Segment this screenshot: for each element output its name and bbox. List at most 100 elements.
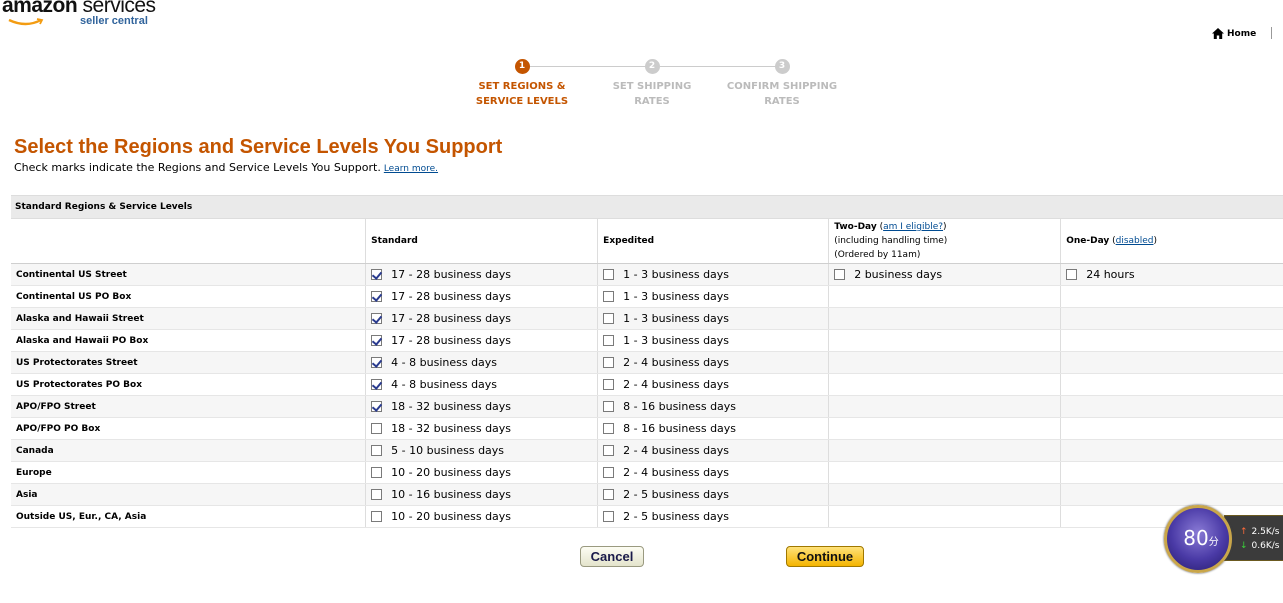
continue-button[interactable]: Continue — [786, 546, 864, 567]
standard-checkbox[interactable] — [371, 401, 383, 412]
expedited-cell: 8 - 16 business days — [597, 395, 829, 418]
one-day-disabled-link[interactable]: disabled — [1116, 236, 1154, 246]
two-day-checkbox[interactable] — [834, 269, 846, 280]
standard-option[interactable]: 10 - 20 business days — [366, 462, 597, 483]
expedited-option[interactable]: 2 - 4 business days — [598, 440, 828, 461]
standard-checkbox[interactable] — [371, 511, 383, 522]
expedited-option[interactable]: 1 - 3 business days — [598, 330, 828, 351]
one-day-cell — [1060, 461, 1283, 484]
expedited-option[interactable]: 8 - 16 business days — [598, 396, 828, 417]
standard-option[interactable]: 18 - 32 business days — [366, 418, 597, 439]
one-day-checkbox[interactable] — [1066, 269, 1078, 280]
standard-checkbox[interactable] — [371, 423, 383, 434]
table-section-header: Standard Regions & Service Levels — [11, 195, 1283, 219]
standard-checkbox[interactable] — [371, 313, 383, 324]
expedited-option[interactable]: 8 - 16 business days — [598, 418, 828, 439]
expedited-label: 1 - 3 business days — [623, 290, 730, 303]
standard-option[interactable]: 17 - 28 business days — [366, 330, 597, 351]
regions-service-levels-table: Standard Regions & Service Levels Standa… — [11, 195, 1283, 528]
expedited-option[interactable]: 2 - 4 business days — [598, 352, 828, 373]
standard-option[interactable]: 17 - 28 business days — [366, 308, 597, 329]
expedited-checkbox[interactable] — [603, 401, 615, 412]
one-day-cell — [1060, 285, 1283, 308]
table-row: Outside US, Eur., CA, Asia 10 - 20 busine… — [11, 505, 1283, 528]
amazon-services-logo[interactable]: amazon services ™ seller central — [0, 0, 160, 34]
standard-label: 10 - 20 business days — [391, 466, 512, 479]
two-day-cell — [828, 395, 1061, 418]
step-3: 3 CONFIRM SHIPPING RATES — [717, 58, 847, 109]
two-day-option[interactable]: 2 business days — [829, 264, 1060, 285]
one-day-option[interactable]: 24 hours — [1061, 264, 1283, 285]
standard-option[interactable]: 17 - 28 business days — [366, 286, 597, 307]
expedited-option[interactable]: 2 - 4 business days — [598, 462, 828, 483]
region-name: Continental US PO Box — [11, 285, 366, 308]
standard-cell: 17 - 28 business days — [365, 263, 598, 286]
one-day-cell — [1060, 307, 1283, 330]
expedited-checkbox[interactable] — [603, 269, 615, 280]
expedited-option[interactable]: 1 - 3 business days — [598, 264, 828, 285]
region-name: US Protectorates Street — [11, 351, 366, 374]
expedited-cell: 2 - 4 business days — [597, 351, 829, 374]
standard-cell: 5 - 10 business days — [365, 439, 598, 462]
cancel-button[interactable]: Cancel — [580, 546, 644, 567]
table-row: APO/FPO Street 18 - 32 business days 8 - 1… — [11, 395, 1283, 418]
home-link[interactable]: Home — [1212, 28, 1256, 39]
expedited-checkbox[interactable] — [603, 357, 615, 368]
standard-label: 17 - 28 business days — [391, 268, 512, 281]
standard-option[interactable]: 4 - 8 business days — [366, 374, 597, 395]
expedited-checkbox[interactable] — [603, 335, 615, 346]
standard-option[interactable]: 5 - 10 business days — [366, 440, 597, 461]
standard-option[interactable]: 17 - 28 business days — [366, 264, 597, 285]
expedited-checkbox[interactable] — [603, 467, 615, 478]
expedited-label: 2 - 5 business days — [623, 488, 730, 501]
standard-checkbox[interactable] — [371, 379, 383, 390]
step-label: SET SHIPPING RATES — [612, 81, 692, 107]
standard-checkbox[interactable] — [371, 489, 383, 500]
network-speed-widget[interactable]: 80分 ↑ 2.5K/s ↓ 0.6K/s — [1162, 505, 1283, 577]
table-row: Canada 5 - 10 business days 2 - 4 business… — [11, 439, 1283, 462]
learn-more-link[interactable]: Learn more. — [384, 164, 438, 174]
expedited-checkbox[interactable] — [603, 379, 615, 390]
standard-checkbox[interactable] — [371, 291, 383, 302]
download-arrow-icon: ↓ — [1240, 541, 1248, 551]
standard-checkbox[interactable] — [371, 335, 383, 346]
amazon-smile-icon — [8, 18, 44, 26]
step-label: CONFIRM SHIPPING RATES — [726, 81, 838, 107]
expedited-checkbox[interactable] — [603, 291, 615, 302]
expedited-option[interactable]: 1 - 3 business days — [598, 308, 828, 329]
step-number: 2 — [644, 59, 660, 74]
expedited-checkbox[interactable] — [603, 423, 615, 434]
expedited-checkbox[interactable] — [603, 489, 615, 500]
standard-cell: 17 - 28 business days — [365, 329, 598, 352]
logo-subtitle: seller central — [80, 15, 148, 27]
standard-checkbox[interactable] — [371, 269, 383, 280]
expedited-cell: 1 - 3 business days — [597, 329, 829, 352]
region-name: Continental US Street — [11, 263, 366, 286]
standard-option[interactable]: 18 - 32 business days — [366, 396, 597, 417]
standard-checkbox[interactable] — [371, 467, 383, 478]
expedited-checkbox[interactable] — [603, 313, 615, 324]
expedited-label: 2 - 4 business days — [623, 356, 730, 369]
two-day-cell — [828, 307, 1061, 330]
expedited-checkbox[interactable] — [603, 445, 615, 456]
one-day-cell — [1060, 373, 1283, 396]
region-name: Alaska and Hawaii PO Box — [11, 329, 366, 352]
expedited-option[interactable]: 1 - 3 business days — [598, 286, 828, 307]
expedited-checkbox[interactable] — [603, 511, 615, 522]
expedited-option[interactable]: 2 - 4 business days — [598, 374, 828, 395]
region-name: APO/FPO Street — [11, 395, 366, 418]
standard-option[interactable]: 10 - 16 business days — [366, 484, 597, 505]
am-i-eligible-link[interactable]: am I eligible? — [883, 222, 943, 232]
expedited-option[interactable]: 2 - 5 business days — [598, 506, 828, 527]
standard-option[interactable]: 10 - 20 business days — [366, 506, 597, 527]
standard-checkbox[interactable] — [371, 445, 383, 456]
standard-checkbox[interactable] — [371, 357, 383, 368]
expedited-cell: 2 - 4 business days — [597, 373, 829, 396]
expedited-label: 8 - 16 business days — [623, 422, 737, 435]
step-indicator: 1 SET REGIONS & SERVICE LEVELS 2 SET SHIP… — [455, 58, 855, 118]
standard-option[interactable]: 4 - 8 business days — [366, 352, 597, 373]
expedited-option[interactable]: 2 - 5 business days — [598, 484, 828, 505]
standard-column-header: Standard — [365, 218, 598, 264]
home-label: Home — [1227, 28, 1257, 39]
table-row: Alaska and Hawaii Street 17 - 28 business… — [11, 307, 1283, 330]
